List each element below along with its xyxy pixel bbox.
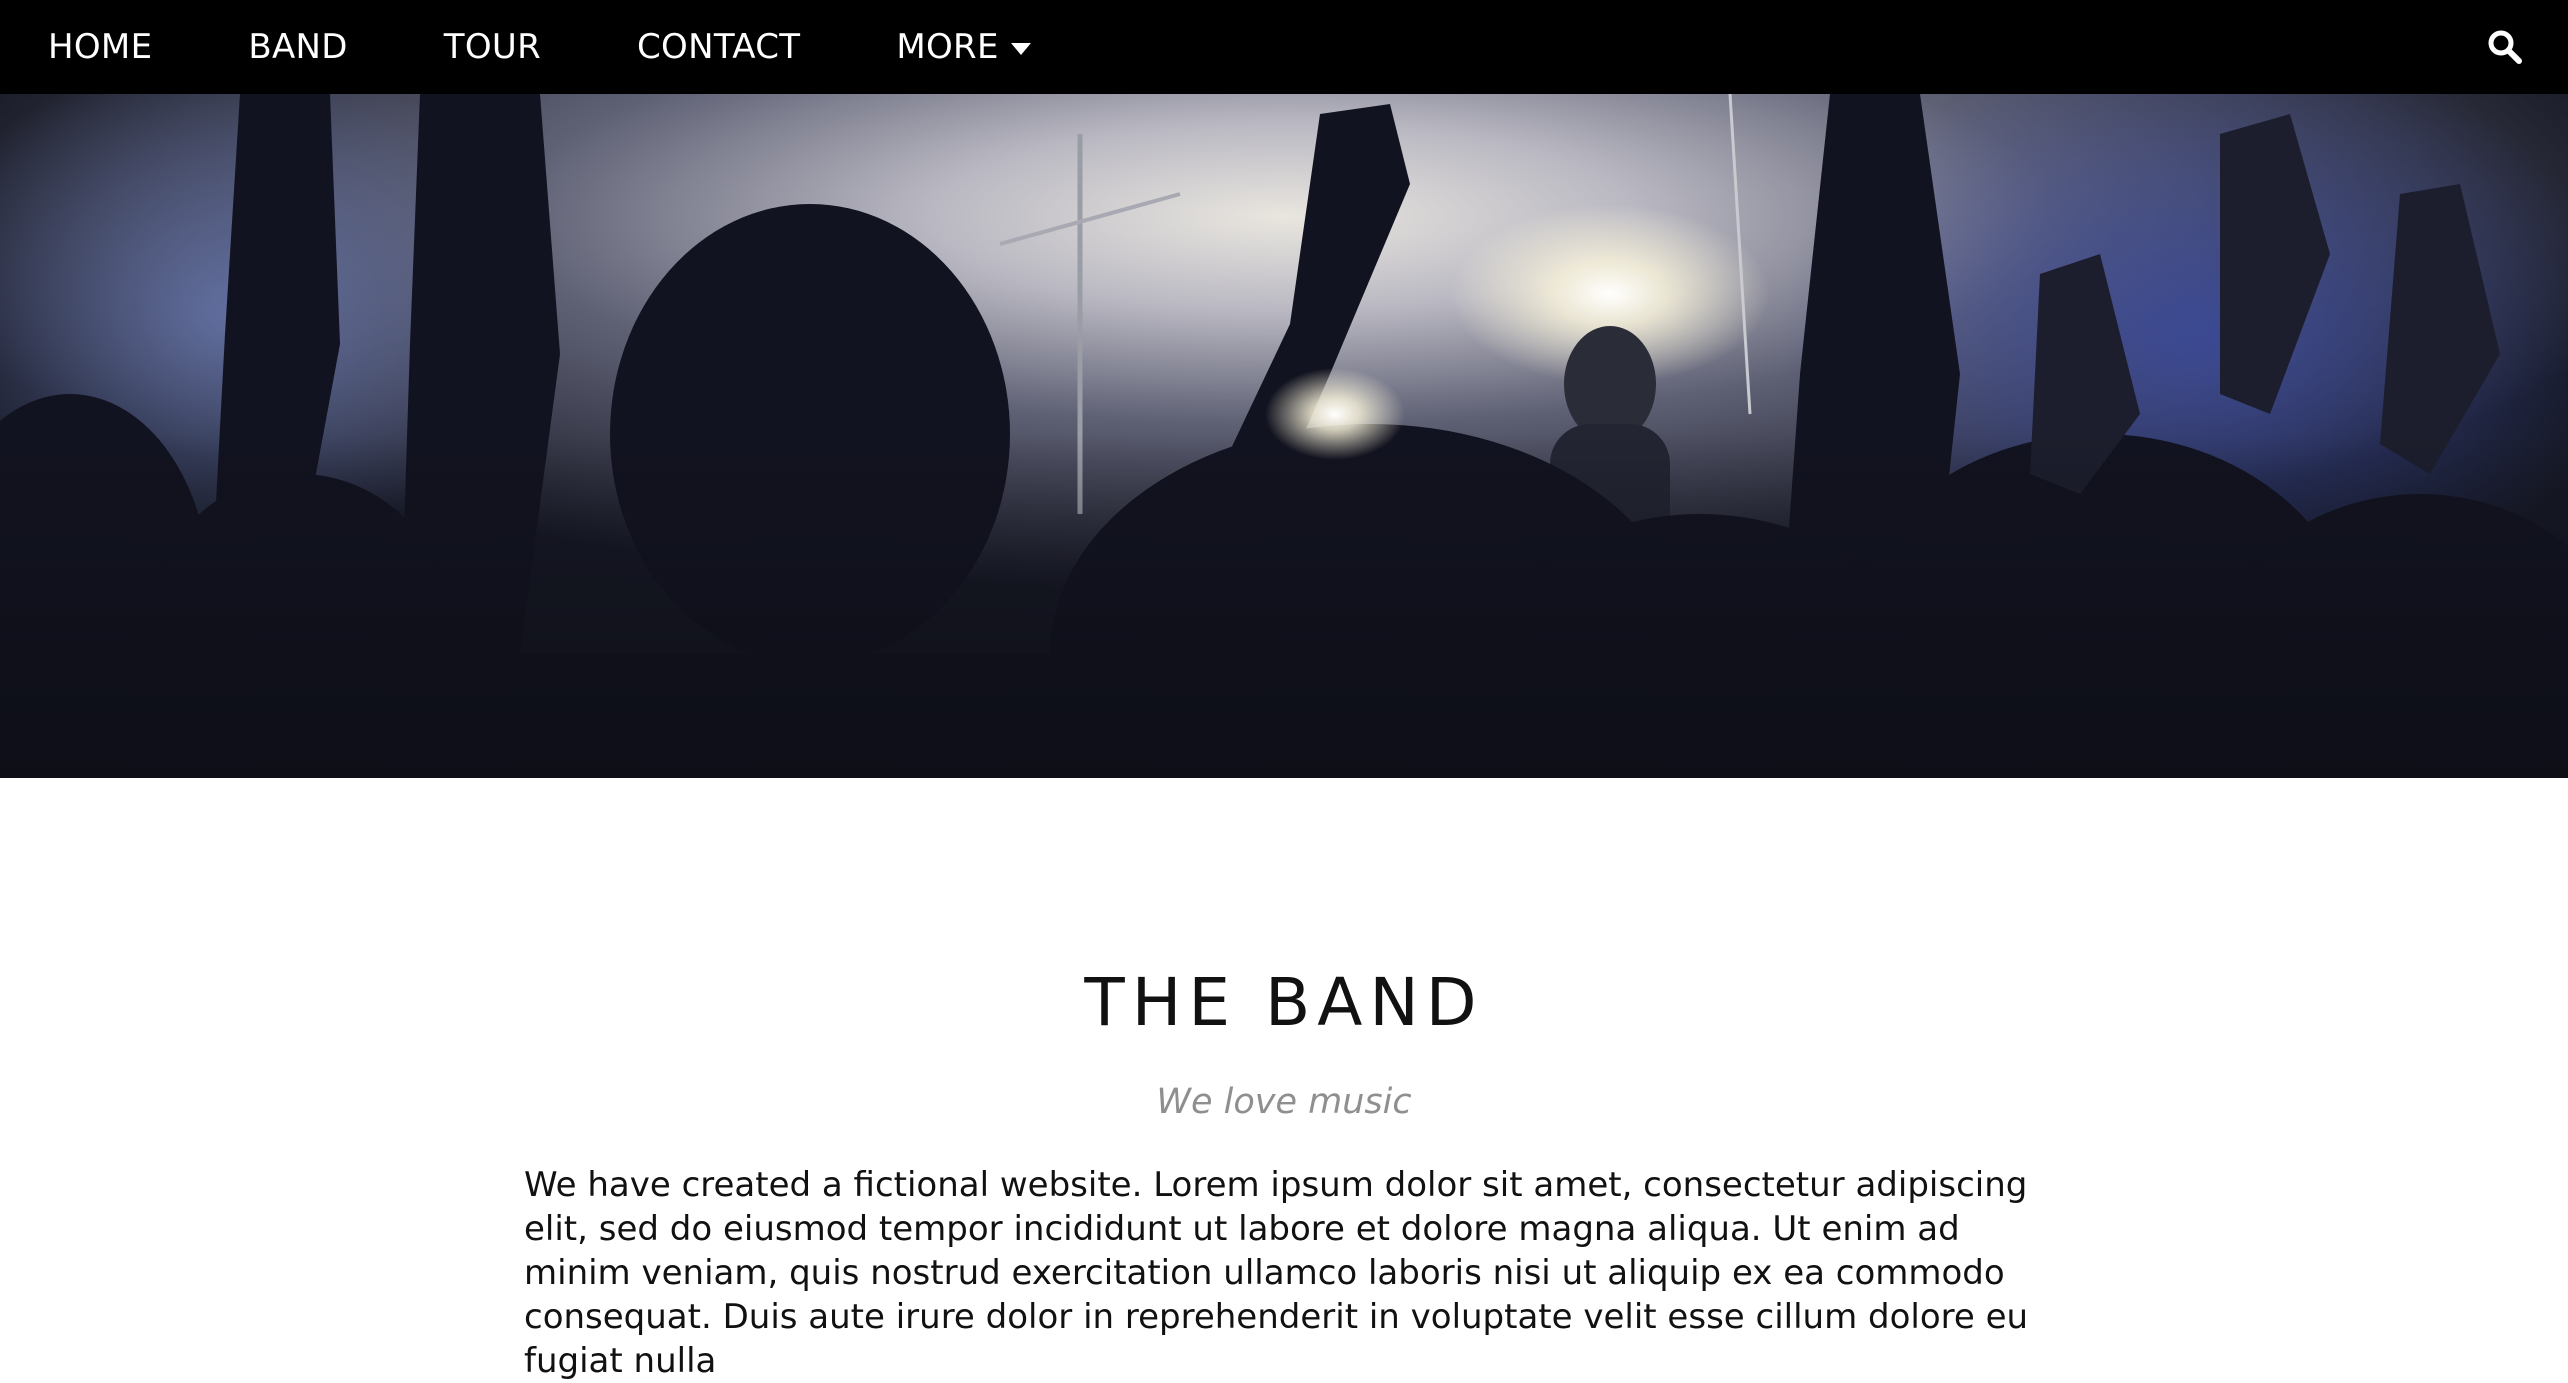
nav-more-label: MORE <box>896 27 999 67</box>
top-navbar: HOME BAND TOUR CONTACT MORE <box>0 0 2568 94</box>
nav-contact[interactable]: CONTACT <box>589 0 848 94</box>
nav-more-dropdown[interactable]: MORE <box>848 0 1078 94</box>
caret-down-icon <box>1010 43 1031 55</box>
nav-tour[interactable]: TOUR <box>396 0 589 94</box>
search-icon <box>2488 30 2522 64</box>
section-paragraph: We have created a fictional website. Lor… <box>524 1165 2029 1381</box>
nav-band[interactable]: BAND <box>200 0 395 94</box>
search-button[interactable] <box>2470 0 2540 94</box>
nav-contact-label: CONTACT <box>637 27 801 67</box>
nav-tour-label: TOUR <box>443 27 542 67</box>
nav-band-label: BAND <box>248 27 348 67</box>
band-section: THE BAND We love music We have created a… <box>0 778 2568 1381</box>
hero-image <box>0 94 2568 778</box>
nav-home[interactable]: HOME <box>0 0 200 94</box>
concert-crowd-image <box>0 94 2568 778</box>
nav-home-label: HOME <box>48 27 153 67</box>
section-subtitle: We love music <box>1156 1082 1412 1122</box>
section-title: THE BAND <box>1084 964 1484 1041</box>
